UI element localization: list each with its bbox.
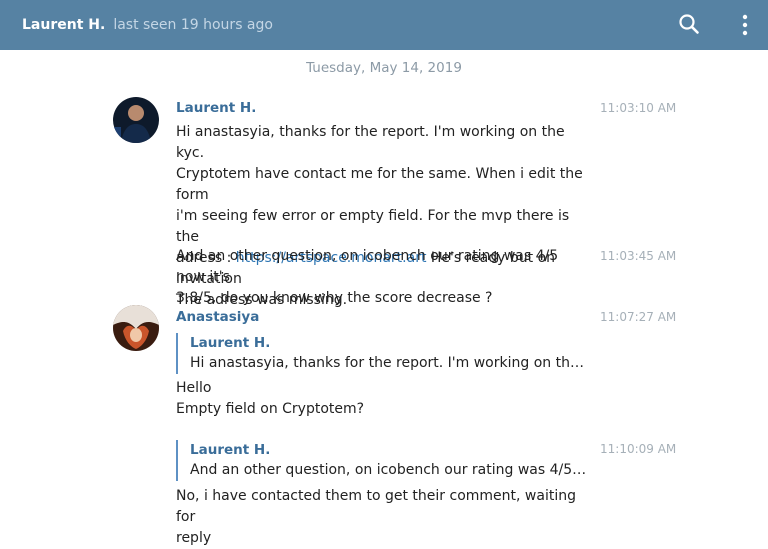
message-author[interactable]: Laurent H.	[176, 100, 256, 116]
message-text: No, i have contacted them to get their c…	[176, 486, 586, 549]
avatar-anastasiya[interactable]	[113, 305, 159, 351]
scrollbar[interactable]	[760, 50, 768, 536]
reply-quote[interactable]: Laurent H. And an other question, on ico…	[176, 440, 596, 481]
contact-name[interactable]: Laurent H.	[22, 17, 105, 33]
avatar-laurent[interactable]	[113, 97, 159, 143]
message-text: Hello Empty field on Cryptotem?	[176, 378, 586, 420]
search-icon[interactable]	[678, 13, 700, 39]
date-separator: Tuesday, May 14, 2019	[306, 60, 462, 76]
message-line: No, i have contacted them to get their c…	[176, 488, 576, 525]
reply-text: Hi anastasyia, thanks for the report. I'…	[190, 355, 590, 371]
last-seen-status: last seen 19 hours ago	[113, 17, 273, 33]
message-line: And an other question, on icobench our r…	[176, 248, 559, 285]
reply-text: And an other question, on icobench our r…	[190, 462, 590, 478]
message-line: reply	[176, 530, 212, 546]
message-line: Empty field on Cryptotem?	[176, 401, 365, 417]
more-vertical-icon[interactable]	[738, 13, 752, 41]
message-time: 11:07:27 AM	[600, 310, 677, 324]
reply-quote[interactable]: Laurent H. Hi anastasyia, thanks for the…	[176, 333, 596, 374]
message-line: Hello	[176, 380, 212, 396]
reply-author: Laurent H.	[190, 442, 271, 458]
reply-author: Laurent H.	[190, 335, 271, 351]
message-text: And an other question, on icobench our r…	[176, 246, 586, 309]
message-author[interactable]: Anastasiya	[176, 309, 259, 325]
message-line: Cryptotem have contact me for the same. …	[176, 166, 583, 203]
message-line: i'm seeing few error or empty field. For…	[176, 208, 570, 245]
chat-header: Laurent H. last seen 19 hours ago	[0, 0, 768, 50]
message-line: 3.8/5, do you know why the score decreas…	[176, 290, 493, 306]
message-time: 11:03:10 AM	[600, 101, 677, 115]
message-line: Hi anastasyia, thanks for the report. I'…	[176, 124, 565, 161]
message-time: 11:10:09 AM	[600, 442, 677, 456]
message-time: 11:03:45 AM	[600, 249, 677, 263]
